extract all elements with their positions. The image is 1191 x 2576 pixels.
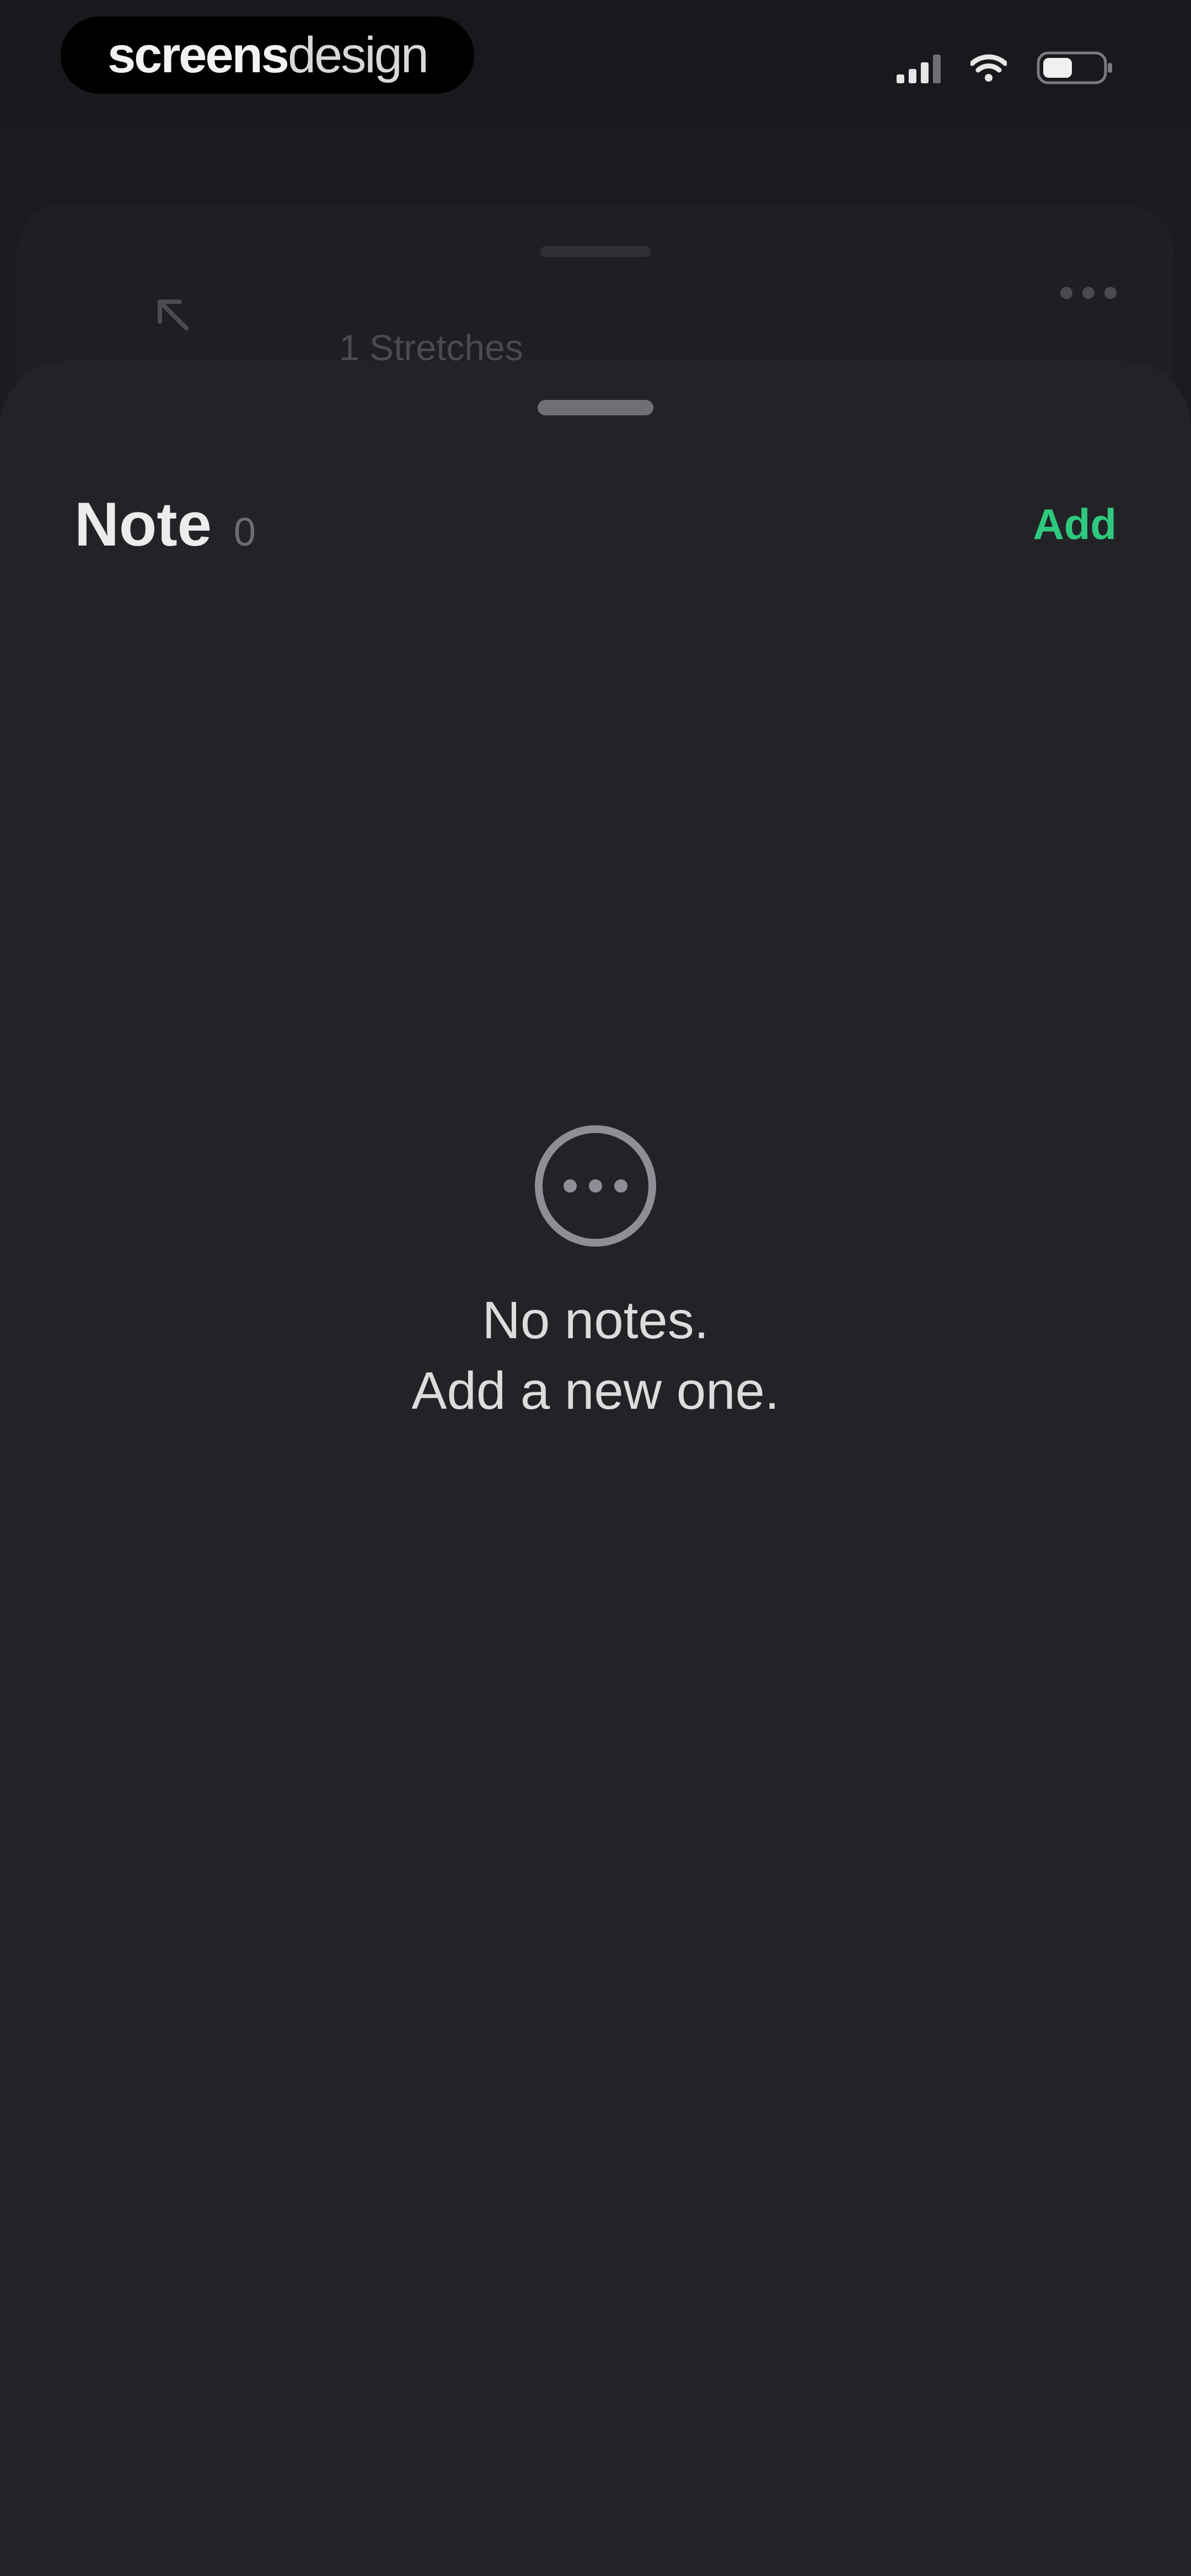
ellipsis-circle-icon xyxy=(535,1125,656,1247)
empty-state-line-2: Add a new one. xyxy=(411,1361,780,1420)
sheet-drag-handle[interactable] xyxy=(538,400,653,415)
sheet-title: Note xyxy=(74,489,212,559)
battery-icon xyxy=(1037,50,1114,85)
status-bar: screens design xyxy=(0,0,1191,127)
cellular-signal-icon xyxy=(897,52,941,83)
empty-state-line-1: No notes. xyxy=(482,1291,709,1350)
brand-logo-light: design xyxy=(287,26,429,83)
more-horizontal-icon xyxy=(1060,287,1117,299)
underlying-page-handle xyxy=(540,246,651,257)
empty-state-message: No notes. Add a new one. xyxy=(411,1285,779,1426)
brand-logo-bold: screens xyxy=(108,26,289,83)
screen: screens design 1 Stretches Note 0 Add No… xyxy=(0,0,1191,2576)
sheet-header: Note 0 Add xyxy=(74,483,1117,565)
brand-logo: screens design xyxy=(61,17,474,94)
wifi-icon xyxy=(970,54,1007,82)
note-count-badge: 0 xyxy=(233,510,256,554)
notes-sheet: Note 0 Add xyxy=(0,361,1191,2576)
empty-state: No notes. Add a new one. xyxy=(0,1125,1191,1426)
arrow-up-left-icon xyxy=(148,290,197,339)
status-icons xyxy=(897,49,1114,87)
add-note-button[interactable]: Add xyxy=(1033,499,1117,549)
sheet-title-group: Note 0 xyxy=(74,489,256,560)
